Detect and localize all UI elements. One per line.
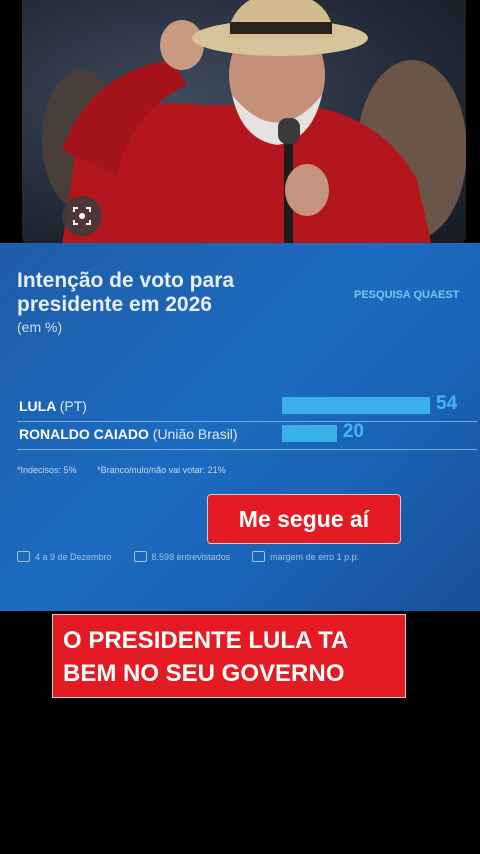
chart-notes: *Indecisos: 5% *Branco/nulo/não vai vota… bbox=[17, 465, 244, 475]
poll-meta: 4 a 9 de Dezembro 8.598 entrevistados ma… bbox=[17, 551, 359, 562]
lens-button[interactable] bbox=[62, 196, 102, 236]
bar-row-lula: LULA (PT) 54 bbox=[17, 393, 477, 422]
poll-source: PESQUISA QUAEST bbox=[354, 289, 460, 301]
chart-title: Intenção de voto para presidente em 2026 bbox=[17, 269, 235, 316]
value-label-caiado: 20 bbox=[342, 421, 364, 442]
bar-caiado bbox=[282, 425, 337, 442]
people-icon bbox=[133, 551, 147, 562]
poll-chart-panel: Intenção de voto para presidente em 2026… bbox=[0, 243, 480, 611]
caption-sticker: O PRESIDENTE LULA TA BEM NO SEU GOVERNO bbox=[52, 614, 406, 698]
image-search-icon bbox=[73, 207, 91, 225]
margin-icon bbox=[252, 551, 266, 562]
candidate-label: RONALDO CAIADO (União Brasil) bbox=[19, 426, 238, 442]
chart-unit: (em %) bbox=[17, 319, 63, 335]
meta-interviewed: 8.598 entrevistados bbox=[133, 551, 230, 562]
bar-lula bbox=[282, 397, 430, 414]
meta-margin: margem de erro 1 p.p. bbox=[252, 551, 359, 562]
value-label-lula: 54 bbox=[436, 393, 458, 414]
meta-dates: 4 a 9 de Dezembro bbox=[17, 551, 112, 562]
note-undecided: *Indecisos: 5% bbox=[17, 465, 77, 475]
calendar-icon bbox=[17, 551, 30, 562]
candidate-label: LULA (PT) bbox=[19, 398, 87, 414]
follow-sticker: Me segue aí bbox=[207, 494, 401, 544]
bar-row-caiado: RONALDO CAIADO (União Brasil) 20 bbox=[17, 421, 477, 450]
note-blank-null: *Branco/nulo/não vai votar: 21% bbox=[97, 465, 226, 475]
news-photo bbox=[22, 0, 466, 246]
